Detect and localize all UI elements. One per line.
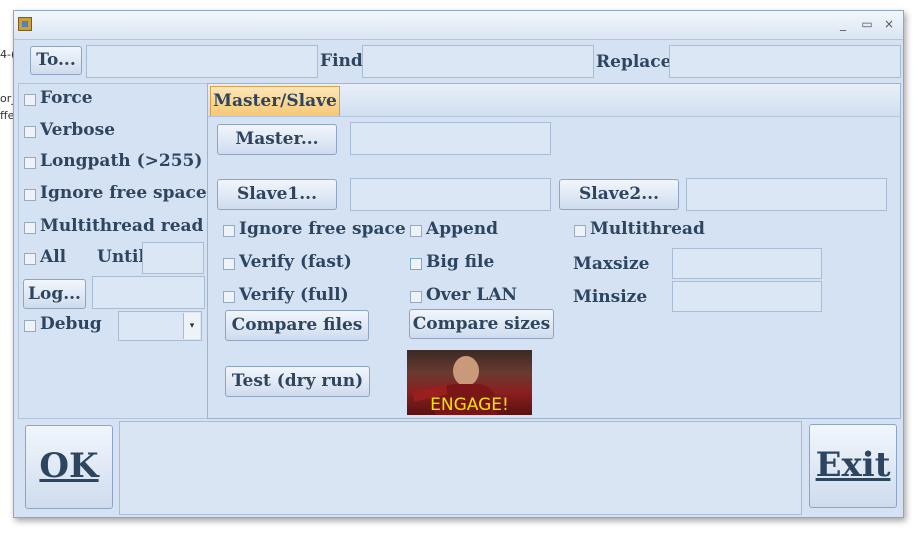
longpath-checkbox[interactable] <box>24 157 36 169</box>
tab-panel: Master/Slave Master... Slave1... Slave2.… <box>207 83 901 419</box>
maxsize-label: Maxsize <box>573 254 650 274</box>
all-checkbox[interactable] <box>24 253 36 265</box>
app-icon <box>18 17 32 31</box>
over-lan-checkbox[interactable] <box>410 291 422 303</box>
bottom-bar: OK Exit <box>18 421 901 515</box>
status-area <box>119 421 802 515</box>
log-button[interactable]: Log... <box>23 279 86 309</box>
minsize-field[interactable] <box>672 281 822 312</box>
slave1-button[interactable]: Slave1... <box>217 179 337 210</box>
engage-image: ENGAGE! <box>407 350 532 415</box>
replace-label: Replace <box>596 52 672 72</box>
force-checkbox[interactable] <box>24 94 36 106</box>
multithread-label[interactable]: Multithread <box>590 219 705 239</box>
master-field[interactable] <box>350 122 551 155</box>
longpath-label[interactable]: Longpath (>255) <box>40 151 202 171</box>
slave2-field[interactable] <box>686 178 887 211</box>
verify-full-checkbox[interactable] <box>223 291 235 303</box>
main-window: _ ▭ × To... Find Replace Force Verbose L… <box>13 10 904 518</box>
log-field[interactable] <box>92 276 205 309</box>
ignore-free-space-checkbox[interactable] <box>24 189 36 201</box>
multithread-checkbox[interactable] <box>574 225 586 237</box>
exit-button[interactable]: Exit <box>809 424 897 508</box>
verify-fast-checkbox[interactable] <box>223 258 235 270</box>
force-label[interactable]: Force <box>40 88 93 108</box>
big-file-checkbox[interactable] <box>410 258 422 270</box>
ignore-free-space-label[interactable]: Ignore free space <box>239 219 406 239</box>
until-label: Until <box>97 247 145 267</box>
append-label[interactable]: Append <box>426 219 498 239</box>
chevron-down-icon[interactable]: ▾ <box>183 313 200 339</box>
master-button[interactable]: Master... <box>217 124 337 155</box>
to-button[interactable]: To... <box>30 46 82 75</box>
minimize-icon[interactable]: _ <box>834 15 852 33</box>
until-field[interactable] <box>142 242 204 274</box>
tab-master-slave[interactable]: Master/Slave <box>210 86 340 116</box>
compare-files-button[interactable]: Compare files <box>225 310 369 341</box>
debug-label[interactable]: Debug <box>40 314 102 334</box>
verify-fast-label[interactable]: Verify (fast) <box>239 252 352 272</box>
debug-checkbox[interactable] <box>24 320 36 332</box>
ignore-free-space-label[interactable]: Ignore free space <box>40 183 207 203</box>
tab-strip: Master/Slave <box>208 84 900 117</box>
title-bar[interactable]: _ ▭ × <box>14 11 903 40</box>
options-panel: Force Verbose Longpath (>255) Ignore fre… <box>18 83 208 419</box>
verify-full-label[interactable]: Verify (full) <box>239 285 349 305</box>
debug-select[interactable]: ▾ <box>118 311 202 341</box>
over-lan-label[interactable]: Over LAN <box>426 285 517 305</box>
compare-sizes-button[interactable]: Compare sizes <box>409 309 554 339</box>
slave2-button[interactable]: Slave2... <box>559 179 679 210</box>
multithread-read-label[interactable]: Multithread read <box>40 216 203 236</box>
find-label: Find <box>320 51 363 71</box>
maximize-icon[interactable]: ▭ <box>858 15 876 33</box>
multithread-read-checkbox[interactable] <box>24 222 36 234</box>
big-file-label[interactable]: Big file <box>426 252 494 272</box>
replace-field[interactable] <box>669 45 901 78</box>
append-checkbox[interactable] <box>410 225 422 237</box>
exit-button-label: Exit <box>815 445 891 485</box>
all-label[interactable]: All <box>40 247 66 267</box>
image-caption: ENGAGE! <box>430 395 509 415</box>
verbose-label[interactable]: Verbose <box>40 120 115 140</box>
maxsize-field[interactable] <box>672 248 822 279</box>
minsize-label: Minsize <box>573 287 648 307</box>
find-field[interactable] <box>362 45 594 78</box>
ignore-free-space-checkbox[interactable] <box>223 225 235 237</box>
ok-button[interactable]: OK <box>25 425 113 509</box>
slave1-field[interactable] <box>350 178 551 211</box>
test-dry-run-button[interactable]: Test (dry run) <box>225 366 370 397</box>
to-path-field[interactable] <box>86 45 318 78</box>
verbose-checkbox[interactable] <box>24 126 36 138</box>
close-icon[interactable]: × <box>880 15 898 33</box>
ok-button-label: OK <box>39 446 99 486</box>
